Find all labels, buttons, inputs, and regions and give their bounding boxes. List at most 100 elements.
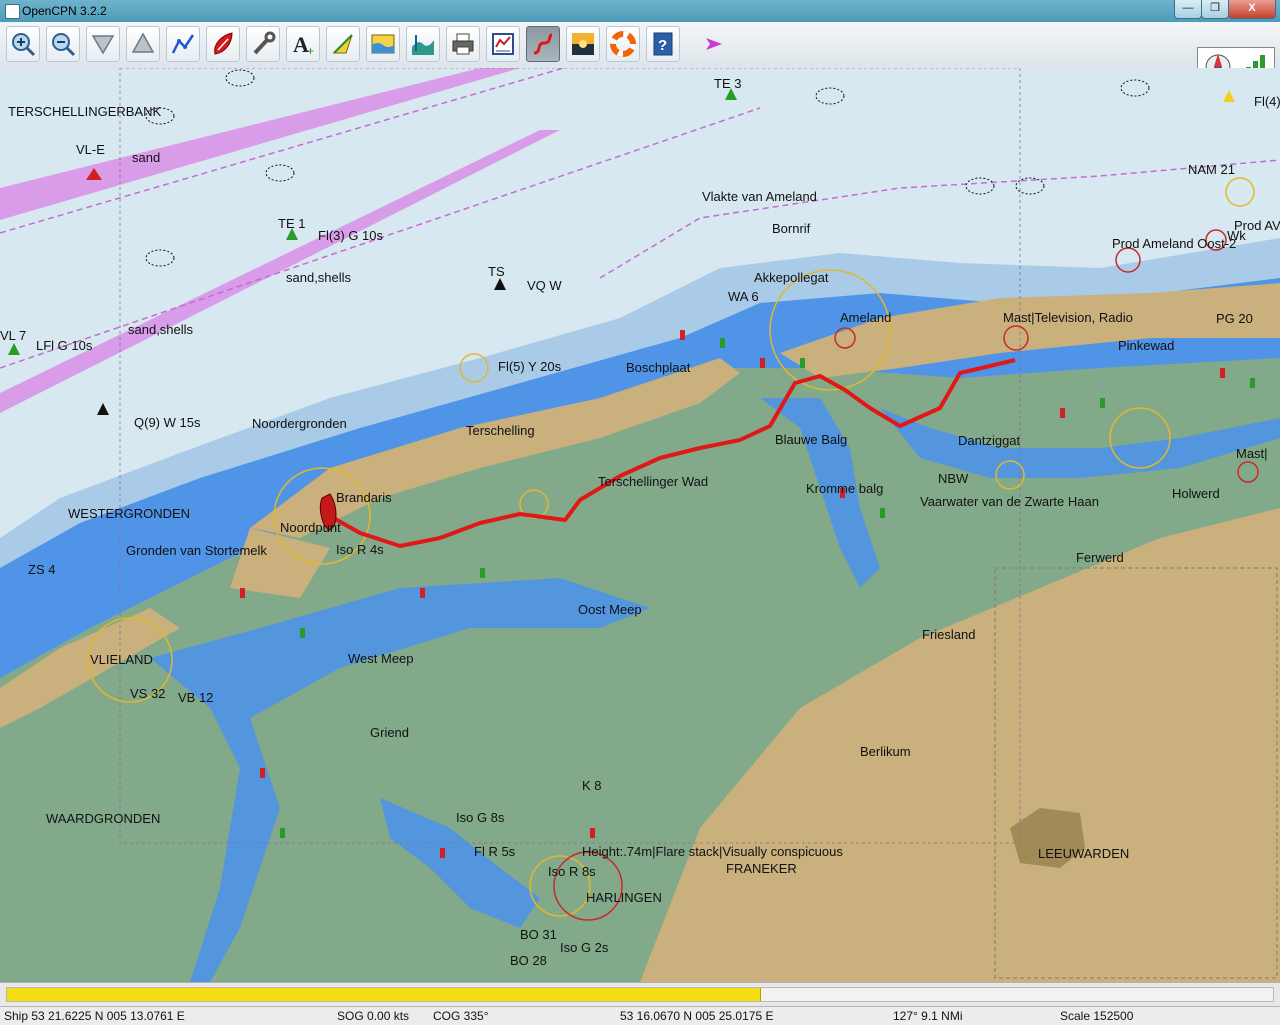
chart-label: Holwerd [1172, 486, 1220, 501]
chart-label: LFl G 10s [36, 338, 93, 353]
chart-label: Fl R 5s [474, 844, 516, 859]
chart-label: Wk [1227, 228, 1246, 243]
status-bar: Ship 53 21.6225 N 005 13.0761 E SOG 0.00… [0, 1006, 1280, 1025]
scale-out-button[interactable] [126, 26, 160, 62]
chart-label: Fl(3) G 10s [318, 228, 384, 243]
text-button[interactable]: A + [286, 26, 320, 62]
scale-in-button[interactable] [86, 26, 120, 62]
chart-label: Akkepollegat [754, 270, 829, 285]
chart-label: Iso G 8s [456, 810, 505, 825]
chart-label: Vlakte van Ameland [702, 189, 817, 204]
zoom-in-button[interactable] [6, 26, 40, 62]
chart-label: Berlikum [860, 744, 911, 759]
settings-button[interactable] [246, 26, 280, 62]
chart-label: TE 3 [714, 76, 741, 91]
progress-fill [7, 988, 762, 1001]
chart-label: Kromme balg [806, 481, 883, 496]
cog-readout: COG 335° [433, 1009, 489, 1023]
chart-label: Terschelling [466, 423, 535, 438]
close-button[interactable]: X [1228, 0, 1276, 19]
chart-label: VS 32 [130, 686, 165, 701]
maximize-button[interactable]: ❐ [1201, 0, 1229, 19]
chart-label: K 8 [582, 778, 602, 793]
nautical-chart[interactable]: TERSCHELLINGERBANK VL-E sand TE 1 Fl(3) G 10… [0, 68, 1280, 982]
chart-label: BO 28 [510, 953, 547, 968]
chart-label: BO 31 [520, 927, 557, 942]
create-route-button[interactable] [166, 26, 200, 62]
chart-label: Mast|Television, Radio [1003, 310, 1133, 325]
help-button[interactable]: ? [646, 26, 680, 62]
chart-label: Dantziggat [958, 433, 1021, 448]
chart-label: Ameland [840, 310, 891, 325]
chart-label: Iso R 8s [548, 864, 596, 879]
chart-label: Bornrif [772, 221, 811, 236]
route-manager-button[interactable] [486, 26, 520, 62]
route-icon [171, 34, 195, 54]
progress-track [6, 987, 1274, 1002]
chart-label: Blauwe Balg [775, 432, 847, 447]
zoom-out-button[interactable] [46, 26, 80, 62]
text-icon: A+ [293, 32, 314, 57]
progress-area [0, 982, 1280, 1007]
chart-label: West Meep [348, 651, 414, 666]
title-bar: OpenCPN 3.2.2 — ❐ X [0, 0, 1280, 22]
print-button[interactable] [446, 26, 480, 62]
tide-table-button[interactable] [406, 26, 440, 62]
chart-label: HARLINGEN [586, 890, 662, 905]
current-icon [332, 34, 353, 54]
chart-label: NAM 21 [1188, 162, 1235, 177]
chart-label: TE 1 [278, 216, 305, 231]
route-manager-icon [492, 33, 514, 55]
chart-label: sand [132, 150, 160, 165]
chart-label: WA 6 [728, 289, 759, 304]
chart-label: Height:.74m|Flare stack|Visually conspic… [582, 844, 843, 859]
chart-label: Oost Meep [578, 602, 642, 617]
chart-label: Q(9) W 15s [134, 415, 201, 430]
wrench-icon [253, 31, 276, 55]
zoom-in-icon [12, 33, 36, 57]
cursor-position: 53 16.0670 N 005 25.0175 E [620, 1009, 774, 1023]
chart-label: sand,shells [128, 322, 194, 337]
color-scheme-icon [572, 33, 594, 55]
ship-position: Ship 53 21.6225 N 005 13.0761 E [4, 1009, 185, 1023]
color-scheme-button[interactable] [566, 26, 600, 62]
chart-label: Gronden van Stortemelk [126, 543, 267, 558]
chart-canvas[interactable]: TERSCHELLINGERBANK VL-E sand TE 1 Fl(3) G 10… [0, 68, 1280, 982]
chart-label: VLIELAND [90, 652, 153, 667]
chart-label: Pinkewad [1118, 338, 1174, 353]
tide-table-icon [412, 35, 434, 55]
chart-label: Prod Ameland Oost-2 [1112, 236, 1236, 251]
chart-label: LEEUWARDEN [1038, 846, 1129, 861]
lifebuoy-icon [610, 31, 636, 57]
mob-button[interactable] [606, 26, 640, 62]
chart-label: VQ W [527, 278, 562, 293]
track-button[interactable] [526, 26, 560, 62]
chart-label: PG 20 [1216, 311, 1253, 326]
chart-label: Iso R 4s [336, 542, 384, 557]
chart-label: WESTERGRONDEN [68, 506, 190, 521]
chart-scale: Scale 152500 [1060, 1009, 1134, 1023]
minimize-button[interactable]: — [1174, 0, 1202, 19]
print-icon [452, 33, 474, 55]
chart-label: Friesland [922, 627, 975, 642]
chart-label: Fl(4) [1254, 94, 1280, 109]
chart-label: ZS 4 [28, 562, 55, 577]
chart-label: Iso G 2s [560, 940, 609, 955]
app-icon [5, 4, 20, 19]
help-icon: ? [653, 32, 673, 56]
chart-label: VL-E [76, 142, 105, 157]
chart-label: Vaarwater van de Zwarte Haan [920, 494, 1099, 509]
zoom-out-icon [52, 33, 76, 57]
current-tide-button[interactable] [326, 26, 360, 62]
chart-label: Griend [370, 725, 409, 740]
chart-label: TERSCHELLINGERBANK [8, 104, 161, 119]
toolbar-arrow-icon[interactable] [704, 36, 724, 52]
ship-icon [214, 32, 233, 55]
chart-label: WAARDGRONDEN [46, 811, 160, 826]
tide-button[interactable] [366, 26, 400, 62]
auto-follow-button[interactable] [206, 26, 240, 62]
main-toolbar: A + ? [0, 22, 1280, 87]
bearing-distance: 127° 9.1 NMi [893, 1009, 963, 1023]
chart-label: VB 12 [178, 690, 213, 705]
chart-label: VL 7 [0, 328, 26, 343]
